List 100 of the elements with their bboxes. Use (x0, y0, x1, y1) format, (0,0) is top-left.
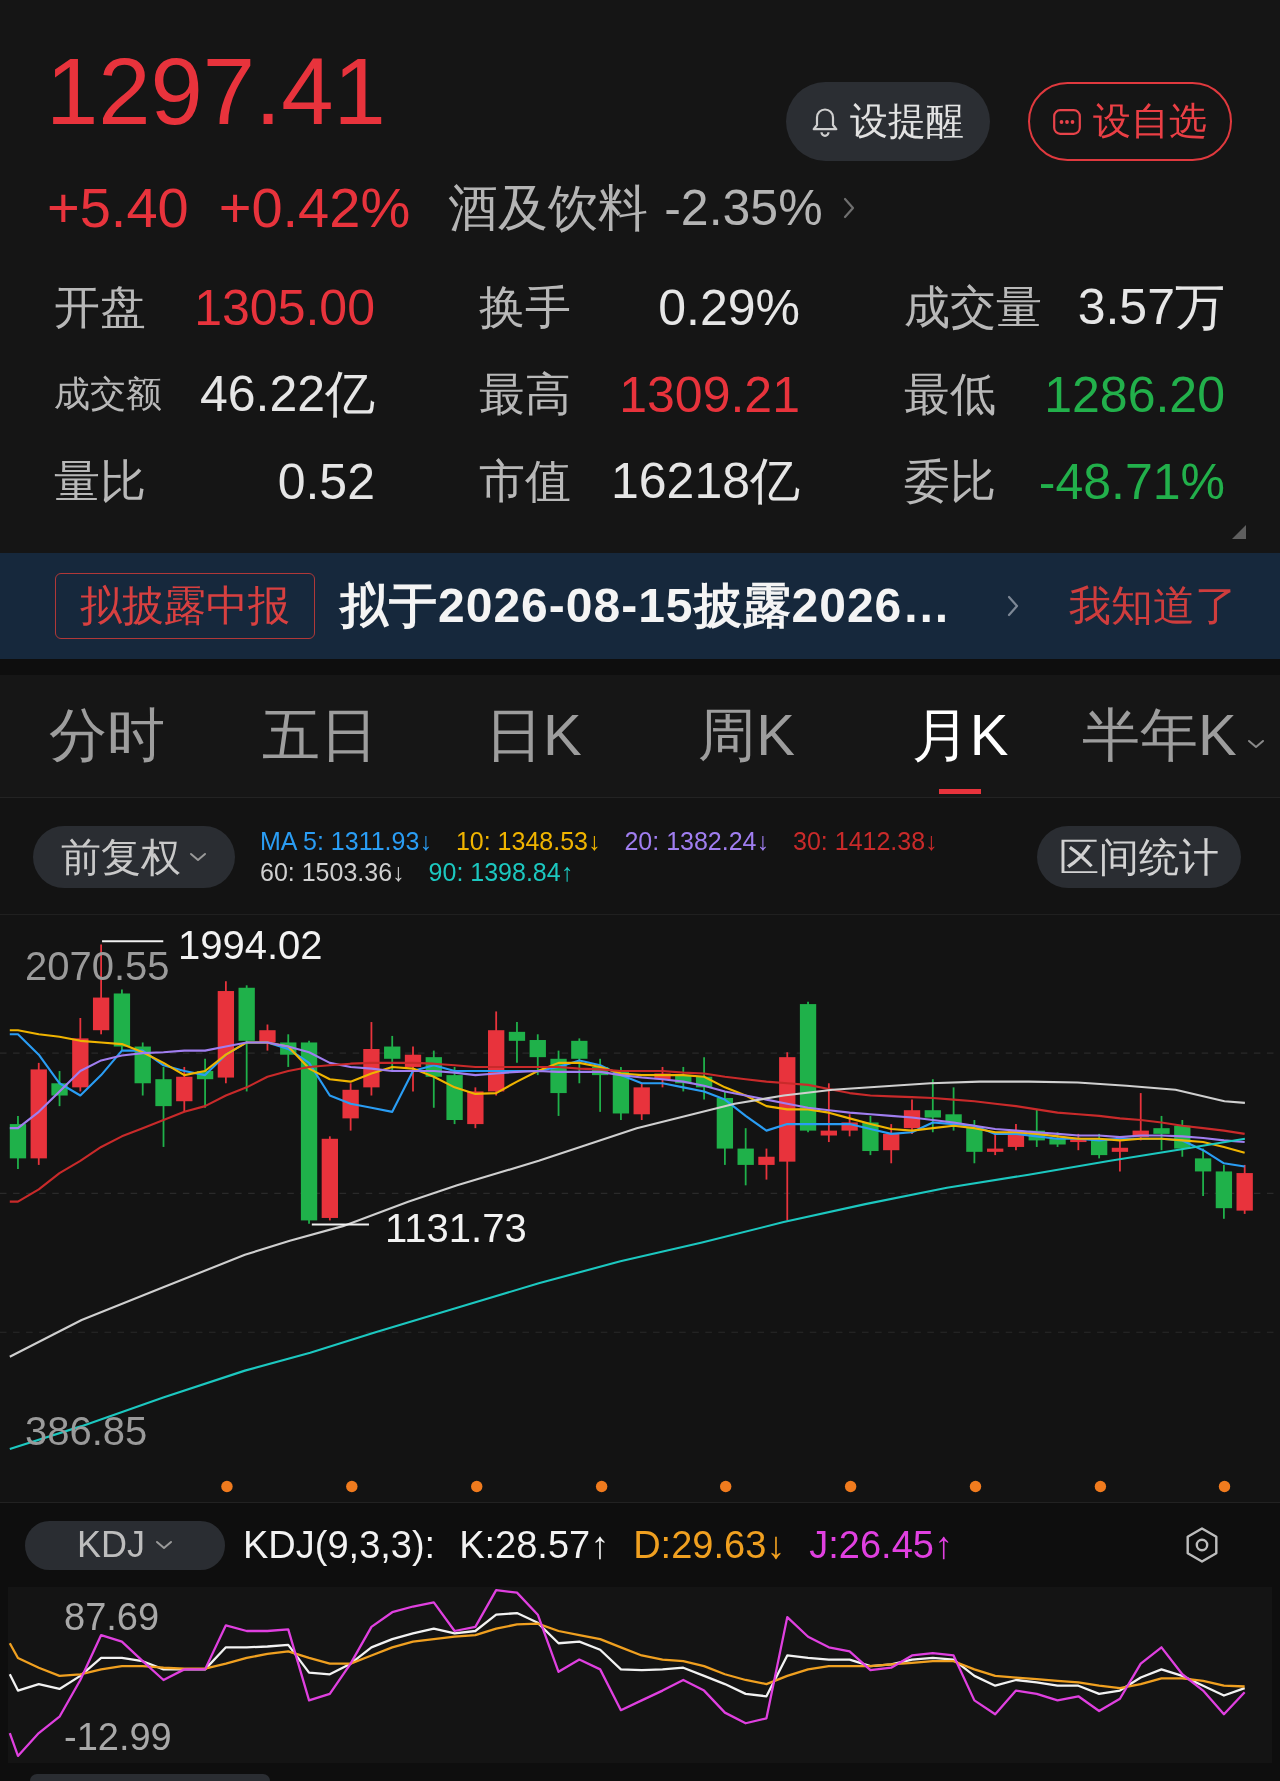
dot-icon (844, 1480, 857, 1493)
dot-icon (1218, 1480, 1231, 1493)
period-tab[interactable]: 周K (640, 675, 854, 797)
period-tab[interactable]: 五日 (213, 675, 427, 797)
stat-value: 3.57万 (1077, 278, 1225, 337)
candlestick (945, 1086, 962, 1132)
stat-label: 最高 (479, 366, 571, 422)
set-alert-button[interactable]: 设提醒 (786, 82, 990, 161)
bell-icon (812, 106, 838, 137)
candlestick (612, 1066, 630, 1121)
candlestick (883, 1123, 900, 1165)
candlestick (841, 1113, 858, 1138)
candlestick (1111, 1139, 1129, 1173)
candlestick (737, 1127, 754, 1187)
stat-value: 0.52 (277, 452, 375, 511)
stat-value: 1305.00 (194, 278, 375, 337)
candlestick (695, 1056, 713, 1101)
candlestick (987, 1133, 1004, 1156)
stat-label: 开盘 (54, 279, 146, 335)
candlestick (425, 1049, 442, 1109)
stat-value: 1286.20 (1044, 365, 1225, 424)
stat-label: 换手 (479, 279, 571, 335)
chevron-down-icon (1246, 739, 1265, 749)
candlestick (196, 1057, 214, 1109)
candlestick (924, 1078, 941, 1134)
candlestick (820, 1082, 837, 1143)
range-stats-button[interactable]: 区间统计 (1037, 826, 1241, 888)
candlestick (9, 1115, 27, 1170)
dot-icon (221, 1480, 233, 1493)
candlestick (384, 1035, 401, 1072)
leader-line (101, 940, 165, 943)
stat-label: 市值 (479, 453, 571, 509)
candlestick (1153, 1115, 1170, 1152)
corner-triangle-icon[interactable] (1232, 525, 1246, 539)
candlestick (446, 1066, 463, 1125)
candlestick (633, 1082, 650, 1121)
period-tab[interactable]: 半年K (1066, 675, 1280, 797)
stat-label: 委比 (904, 453, 996, 509)
stat-value: 46.22亿 (199, 365, 375, 424)
indicator-value: D:29.63↓ (633, 1523, 786, 1567)
candlestick (259, 1023, 276, 1052)
price-change: +5.40 (47, 177, 189, 239)
candlestick (758, 1147, 775, 1181)
chevron-right-icon (1007, 595, 1019, 617)
indicator-title: KDJ(9,3,3): (243, 1523, 436, 1567)
moving-average-label: 10: 1348.53↓ (455, 826, 601, 857)
stat-label: 最低 (904, 366, 996, 422)
dot-icon (595, 1480, 608, 1493)
low-price-label: 1131.73 (385, 1208, 527, 1248)
stat-label: 成交额 (54, 372, 162, 416)
moving-average-label: 90: 1398.84↑ (428, 857, 574, 888)
moving-average-label: 30: 1412.38↓ (793, 826, 938, 857)
candlestick (966, 1119, 983, 1165)
stat-label: 量比 (54, 453, 146, 509)
leader-line (310, 1223, 370, 1226)
candlestick (1215, 1164, 1233, 1220)
period-tab[interactable]: 分时 (0, 675, 214, 797)
dot-icon (471, 1480, 483, 1493)
adjustment-dropdown[interactable]: 前复权 (33, 826, 235, 888)
chevron-right-icon (842, 197, 855, 219)
moving-average-label: 60: 1503.36↓ (260, 857, 405, 888)
candlestick (467, 1086, 484, 1130)
dot-icon (720, 1480, 732, 1493)
moving-average-label: 20: 1382.24↓ (624, 826, 770, 857)
candlestick (134, 1041, 151, 1097)
candlestick (903, 1098, 921, 1135)
dots-square-icon (1053, 108, 1081, 135)
candlestick (1007, 1123, 1025, 1152)
notice-link[interactable]: 拟于2026-08-15披露2026… (340, 574, 1069, 638)
candlestick (113, 988, 131, 1052)
dot-icon (1094, 1480, 1107, 1493)
candlestick (1028, 1108, 1045, 1148)
candlestick (550, 1049, 567, 1117)
candlestick (176, 1066, 193, 1113)
report-tag: 拟披露中报 (55, 573, 315, 639)
candlestick (51, 1070, 68, 1108)
add-watchlist-button[interactable]: 设自选 (1028, 82, 1232, 161)
indicator-dropdown[interactable]: KDJ (25, 1520, 225, 1570)
settings-icon[interactable] (1184, 1526, 1220, 1564)
stat-value: -48.71% (1038, 452, 1225, 511)
candlestick (529, 1033, 546, 1076)
candlestick (675, 1066, 692, 1093)
stat-label: 成交量 (904, 279, 1042, 335)
sector-link[interactable]: 酒及饮料 -2.35% (448, 174, 855, 242)
candlestick (280, 1033, 297, 1068)
indicator-value: J:26.45↑ (809, 1523, 953, 1567)
high-price-label: 1994.02 (178, 925, 323, 965)
dot-icon (969, 1480, 982, 1493)
candlestick (591, 1057, 609, 1113)
axis-min-label: -12.99 (64, 1718, 172, 1756)
candlestick (1174, 1119, 1191, 1158)
period-tab[interactable]: 日K (426, 675, 640, 797)
candlestick (862, 1115, 879, 1156)
candlestick (508, 1021, 526, 1064)
candlestick (654, 1066, 671, 1089)
candlestick (1236, 1164, 1253, 1215)
candlestick (571, 1037, 588, 1085)
moving-average-label: MA 5: 1311.93↓ (260, 826, 432, 857)
stat-value: 1309.21 (619, 365, 800, 424)
candlestick (404, 1045, 422, 1093)
